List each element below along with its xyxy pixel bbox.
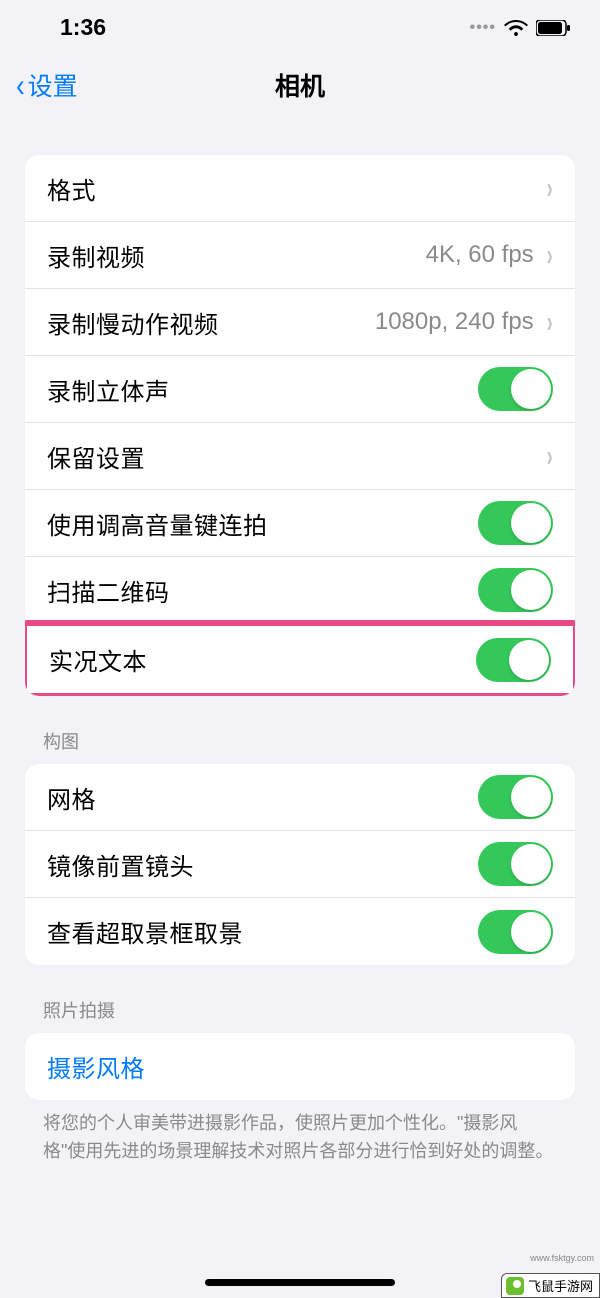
highlight-live-text: 实况文本 bbox=[25, 620, 575, 696]
toggle-live-text[interactable] bbox=[476, 638, 551, 682]
row-record-slomo[interactable]: 录制慢动作视频 1080p, 240 fps › bbox=[25, 289, 575, 356]
row-preserve-settings[interactable]: 保留设置 › bbox=[25, 423, 575, 490]
row-label: 格式 bbox=[47, 171, 96, 206]
row-label: 实况文本 bbox=[49, 642, 147, 677]
row-label: 镜像前置镜头 bbox=[47, 847, 194, 882]
group-footer-styles: 将您的个人审美带进摄影作品，使照片更加个性化。"摄影风格"使用先进的场景理解技术… bbox=[25, 1100, 575, 1166]
row-label: 录制立体声 bbox=[47, 372, 170, 407]
row-mirror-front: 镜像前置镜头 bbox=[25, 831, 575, 898]
settings-group-main: 格式 › 录制视频 4K, 60 fps › 录制慢动作视频 1080p, 24… bbox=[25, 155, 575, 696]
chevron-right-icon: › bbox=[546, 438, 552, 474]
group-header-composition: 构图 bbox=[25, 728, 575, 764]
row-label: 网格 bbox=[47, 780, 96, 815]
row-qr-scan: 扫描二维码 bbox=[25, 557, 575, 624]
status-time: 1:36 bbox=[60, 14, 106, 41]
row-formats[interactable]: 格式 › bbox=[25, 155, 575, 222]
settings-group-composition: 网格 镜像前置镜头 查看超取景框取景 bbox=[25, 764, 575, 965]
toggle-stereo[interactable] bbox=[478, 367, 553, 411]
watermark-text: 飞鼠手游网 bbox=[528, 1276, 593, 1295]
back-button[interactable]: ‹ 设置 bbox=[15, 67, 78, 103]
group-header-photo-capture: 照片拍摄 bbox=[25, 997, 575, 1033]
toggle-view-outside[interactable] bbox=[478, 910, 553, 954]
row-label: 录制慢动作视频 bbox=[47, 305, 219, 340]
chevron-right-icon: › bbox=[546, 304, 552, 340]
toggle-volume-burst[interactable] bbox=[478, 501, 553, 545]
nav-bar: ‹ 设置 相机 bbox=[0, 55, 600, 115]
row-label: 扫描二维码 bbox=[47, 573, 170, 608]
cellular-dots-icon: •••• bbox=[470, 19, 496, 37]
watermark-logo-icon bbox=[506, 1277, 524, 1295]
row-value: 1080p, 240 fps bbox=[375, 308, 534, 336]
toggle-qr-scan[interactable] bbox=[478, 568, 553, 612]
battery-icon bbox=[536, 20, 570, 36]
page-title: 相机 bbox=[275, 67, 325, 103]
chevron-right-icon: › bbox=[546, 237, 552, 273]
row-label: 摄影风格 bbox=[47, 1049, 145, 1084]
toggle-mirror-front[interactable] bbox=[478, 842, 553, 886]
row-stereo: 录制立体声 bbox=[25, 356, 575, 423]
watermark: 飞鼠手游网 bbox=[501, 1273, 600, 1298]
status-right: •••• bbox=[470, 19, 570, 37]
wifi-icon bbox=[504, 19, 528, 37]
toggle-grid[interactable] bbox=[478, 775, 553, 819]
chevron-right-icon: › bbox=[546, 170, 552, 206]
row-volume-burst: 使用调高音量键连拍 bbox=[25, 490, 575, 557]
row-label: 录制视频 bbox=[47, 238, 145, 273]
row-grid: 网格 bbox=[25, 764, 575, 831]
row-value: 4K, 60 fps bbox=[426, 241, 534, 269]
home-indicator[interactable] bbox=[205, 1279, 395, 1286]
back-label: 设置 bbox=[28, 67, 78, 103]
chevron-left-icon: ‹ bbox=[16, 69, 25, 101]
row-view-outside-frame: 查看超取景框取景 bbox=[25, 898, 575, 965]
status-bar: 1:36 •••• bbox=[0, 0, 600, 55]
row-label: 使用调高音量键连拍 bbox=[47, 506, 268, 541]
row-record-video[interactable]: 录制视频 4K, 60 fps › bbox=[25, 222, 575, 289]
settings-group-photo-capture: 摄影风格 bbox=[25, 1033, 575, 1100]
row-label: 查看超取景框取景 bbox=[47, 914, 243, 949]
row-label: 保留设置 bbox=[47, 439, 145, 474]
watermark-url: www.fsktgy.com bbox=[530, 1253, 594, 1263]
row-live-text: 实况文本 bbox=[27, 626, 573, 693]
row-photographic-styles[interactable]: 摄影风格 bbox=[25, 1033, 575, 1100]
